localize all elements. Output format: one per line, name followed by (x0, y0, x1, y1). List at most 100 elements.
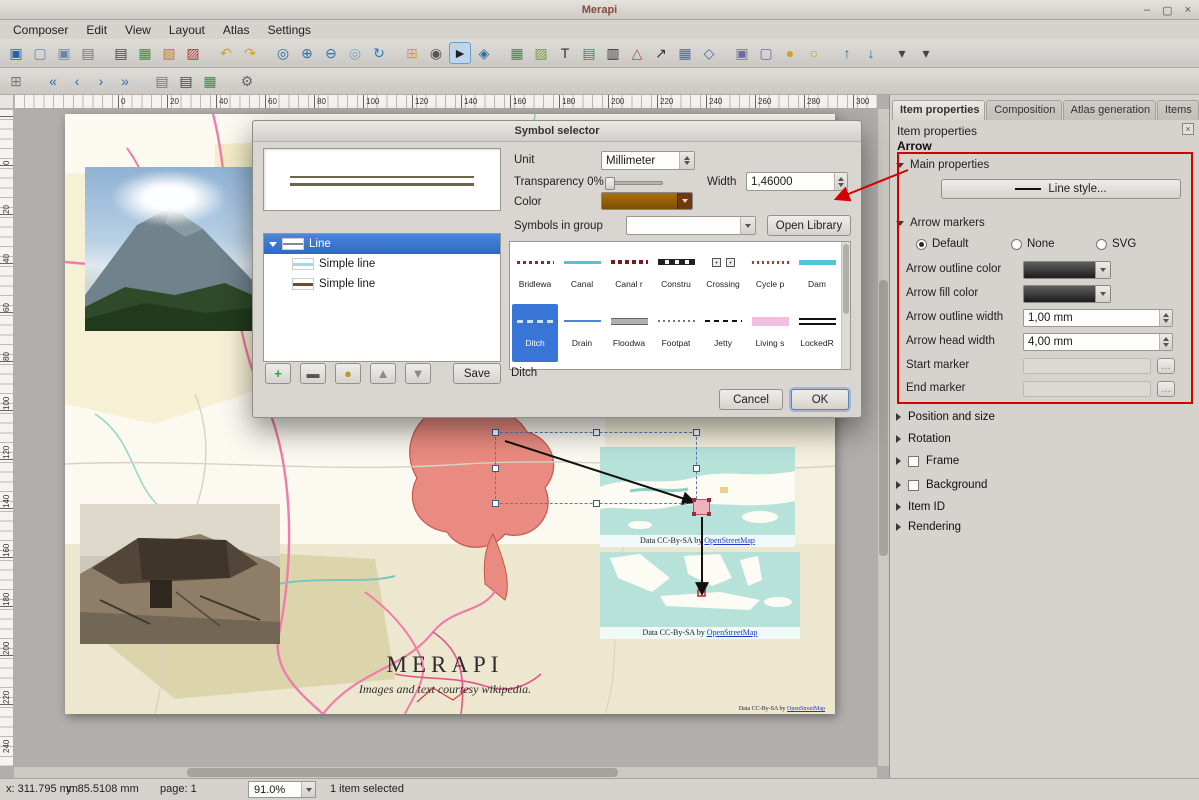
add-map-icon[interactable]: ▦ (506, 42, 528, 64)
unlock-items-icon[interactable]: ○ (803, 42, 825, 64)
atlas-preview-icon[interactable]: ▤ (151, 70, 173, 92)
symbol-cycle-path[interactable]: Cycle p (747, 245, 793, 303)
unit-select[interactable]: Millimeter (601, 151, 695, 170)
inset-map-indonesia[interactable]: Data CC-By-SA by OpenStreetMap (600, 552, 800, 639)
add-label-icon[interactable]: T (554, 42, 576, 64)
slider-handle[interactable] (605, 177, 615, 190)
export-image-icon[interactable]: ▦ (134, 42, 156, 64)
atlas-last-feature-icon[interactable]: » (114, 70, 136, 92)
symbols-scrollbar[interactable] (841, 242, 850, 369)
move-item-content-icon[interactable]: ◈ (473, 42, 495, 64)
add-image-icon[interactable]: ▨ (530, 42, 552, 64)
add-shape-icon[interactable]: △ (626, 42, 648, 64)
open-library-button[interactable]: Open Library (767, 215, 851, 236)
add-legend-icon[interactable]: ▤ (578, 42, 600, 64)
add-scalebar-icon[interactable]: ▥ (602, 42, 624, 64)
section-rendering[interactable]: Rendering (896, 521, 961, 533)
spinner-arrows-icon[interactable] (1159, 334, 1172, 350)
symbol-color-button[interactable] (601, 192, 693, 210)
save-symbol-button[interactable]: Save (453, 363, 501, 384)
section-frame[interactable]: Frame (896, 455, 959, 467)
selection-handle[interactable] (492, 465, 499, 472)
distribute-dropdown-icon[interactable]: ▾ (915, 42, 937, 64)
end-marker-input[interactable] (1023, 381, 1151, 397)
lower-items-icon[interactable]: ↓ (860, 42, 882, 64)
symbol-drain[interactable]: Drain (559, 304, 605, 362)
arrow-outline-color-button[interactable] (1023, 261, 1111, 279)
minimize-icon[interactable]: – (1144, 4, 1150, 16)
atlas-previous-feature-icon[interactable]: ‹ (66, 70, 88, 92)
ungroup-items-icon[interactable]: ▢ (755, 42, 777, 64)
style-manager-button[interactable]: ▬ (300, 363, 326, 384)
collapse-triangle-icon[interactable] (269, 242, 277, 247)
atlas-print-icon[interactable]: ▤ (175, 70, 197, 92)
symbol-dam[interactable]: Dam (794, 245, 840, 303)
section-item-id[interactable]: Item ID (896, 501, 945, 513)
selection-handle[interactable] (492, 429, 499, 436)
zoom-in-icon[interactable]: ⊕ (296, 42, 318, 64)
symbol-ditch[interactable]: Ditch (512, 304, 558, 362)
new-composer-icon[interactable]: ▢ (29, 42, 51, 64)
line-style-button[interactable]: Line style... (941, 179, 1181, 199)
selected-item-bounds[interactable] (495, 432, 697, 504)
selection-handle[interactable] (492, 500, 499, 507)
menu-layout[interactable]: Layout (160, 21, 214, 39)
horizontal-ruler[interactable]: 0204060801001201401601802002202402602803… (14, 95, 877, 109)
start-marker-input[interactable] (1023, 358, 1151, 374)
ok-button[interactable]: OK (791, 389, 849, 410)
symbol-canal-r[interactable]: Canal r (606, 245, 652, 303)
export-svg-icon[interactable]: ▧ (158, 42, 180, 64)
tab-items[interactable]: Items (1157, 100, 1199, 120)
dialog-titlebar[interactable]: Symbol selector (253, 121, 861, 142)
atlas-first-feature-icon[interactable]: « (42, 70, 64, 92)
save-project-icon[interactable]: ▣ (5, 42, 27, 64)
zoom-level-select[interactable]: 91.0% (248, 781, 316, 798)
tab-atlas-generation[interactable]: Atlas generation (1063, 100, 1156, 120)
raise-items-icon[interactable]: ↑ (836, 42, 858, 64)
symbol-bridleway[interactable]: Bridlewa (512, 245, 558, 303)
undo-icon[interactable]: ↶ (215, 42, 237, 64)
marker-svg-radio[interactable]: SVG (1096, 238, 1136, 250)
spinner-arrows-icon[interactable] (834, 173, 847, 190)
zoom-full-icon[interactable]: ◎ (272, 42, 294, 64)
atlas-next-feature-icon[interactable]: › (90, 70, 112, 92)
volcano-photo[interactable] (85, 167, 257, 331)
select-move-item-icon[interactable]: ► (449, 42, 471, 64)
tree-item-line[interactable]: Line (264, 234, 500, 254)
start-marker-browse-button[interactable]: … (1157, 358, 1175, 374)
lock-items-icon[interactable]: ● (779, 42, 801, 64)
zoom-last-icon[interactable]: ◎ (344, 42, 366, 64)
symbol-construction[interactable]: Constru (653, 245, 699, 303)
section-rotation[interactable]: Rotation (896, 433, 951, 445)
composer-manager-icon[interactable]: ▤ (77, 42, 99, 64)
chevron-down-icon[interactable] (677, 193, 692, 209)
spinner-arrows-icon[interactable] (1159, 310, 1172, 326)
selection-handle[interactable] (593, 500, 600, 507)
duplicate-composer-icon[interactable]: ▣ (53, 42, 75, 64)
section-position-and-size[interactable]: Position and size (896, 411, 995, 423)
openstreetmap-link[interactable]: OpenStreetMap (787, 706, 825, 712)
export-pdf-icon[interactable]: ▨ (182, 42, 204, 64)
symbol-locked-road[interactable]: LockedR (794, 304, 840, 362)
end-marker-browse-button[interactable]: … (1157, 381, 1175, 397)
selection-handle[interactable] (593, 429, 600, 436)
section-background[interactable]: Background (896, 479, 987, 491)
symbol-floodway[interactable]: Floodwa (606, 304, 652, 362)
menu-view[interactable]: View (116, 21, 160, 39)
frame-checkbox[interactable] (908, 456, 919, 467)
panel-close-icon[interactable]: × (1182, 123, 1194, 135)
redo-icon[interactable]: ↷ (239, 42, 261, 64)
marker-none-radio[interactable]: None (1011, 238, 1055, 250)
maximize-icon[interactable]: ▢ (1162, 4, 1172, 17)
chevron-down-icon[interactable] (1095, 286, 1110, 302)
menu-edit[interactable]: Edit (77, 21, 116, 39)
print-icon[interactable]: ▤ (110, 42, 132, 64)
atlas-export-icon[interactable]: ▦ (199, 70, 221, 92)
symbol-crossing[interactable]: Crossing (700, 245, 746, 303)
symbol-living-street[interactable]: Living s (747, 304, 793, 362)
export-symbol-button[interactable]: ▼ (405, 363, 431, 384)
menu-settings[interactable]: Settings (259, 21, 320, 39)
zoom-tool-icon[interactable]: ◉ (425, 42, 447, 64)
arrow-markers-header[interactable]: Arrow markers (896, 217, 985, 229)
menu-atlas[interactable]: Atlas (214, 21, 259, 39)
